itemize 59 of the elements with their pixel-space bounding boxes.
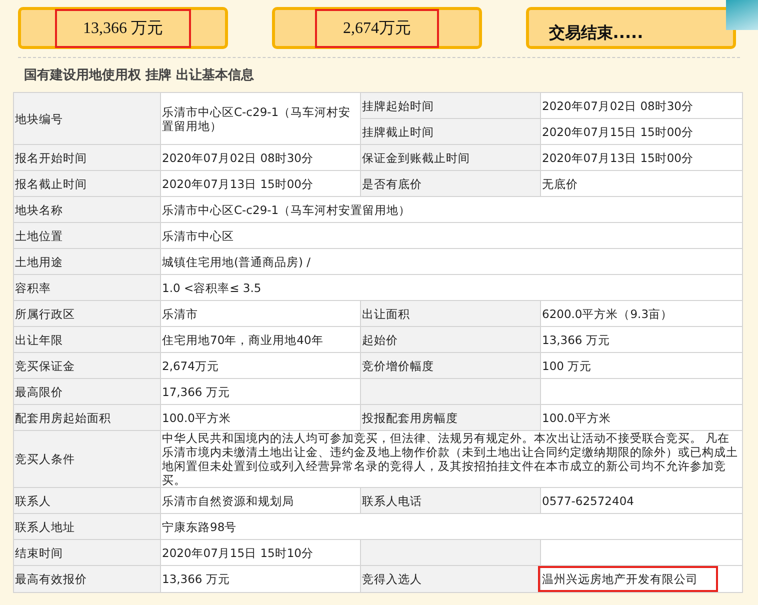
label-cell: 配套用房起始面积 (14, 404, 160, 430)
value-cell: 乐清市中心区C-c29-1（马车河村安置留用地） (160, 196, 742, 222)
value-cell: 13,366 万元 (540, 326, 742, 352)
value-cell: 无底价 (540, 170, 742, 196)
label-cell: 保证金到账截止时间 (360, 144, 540, 170)
value-cell: 100 万元 (540, 352, 742, 378)
label-cell: 竞得入选人 (360, 566, 540, 592)
label-cell: 竞买人条件 (14, 430, 160, 488)
label-cell: 地块名称 (14, 196, 160, 222)
label-cell: 最高有效报价 (14, 566, 160, 592)
label-cell: 挂牌起始时间 (360, 92, 540, 118)
value-cell: 2,674万元 (160, 352, 360, 378)
corner-decoration (726, 0, 758, 30)
value-cell: 宁康东路98号 (160, 514, 742, 540)
value-cell: 2020年07月13日 15时00分 (160, 170, 360, 196)
label-cell: 土地位置 (14, 222, 160, 248)
label-cell: 联系人电话 (360, 488, 540, 514)
value-cell: 0577-62572404 (540, 488, 742, 514)
value-cell: 乐清市自然资源和规划局 (160, 488, 360, 514)
value-cell: 城镇住宅用地(普通商品房) / (160, 248, 742, 274)
label-cell: 起始价 (360, 326, 540, 352)
label-cell: 所属行政区 (14, 300, 160, 326)
label-cell: 投报配套用房幅度 (360, 404, 540, 430)
value-cell: 温州兴远房地产开发有限公司 (540, 566, 742, 592)
label-cell: 是否有底价 (360, 170, 540, 196)
label-cell: 挂牌截止时间 (360, 118, 540, 144)
label-cell: 容积率 (14, 274, 160, 300)
section-title: 国有建设用地使用权 挂牌 出让基本信息 (18, 57, 740, 86)
value-cell: 100.0平方米 (540, 404, 742, 430)
label-cell: 报名截止时间 (14, 170, 160, 196)
card-value: 13,366 万元 (55, 8, 191, 48)
label-cell: 报名开始时间 (14, 144, 160, 170)
value-cell: 2020年07月15日 15时10分 (160, 540, 360, 566)
value-cell: 2020年07月02日 08时30分 (540, 92, 742, 118)
value-cell: 2020年07月02日 08时30分 (160, 144, 360, 170)
label-cell: 出让面积 (360, 300, 540, 326)
value-cell: 2020年07月13日 15时00分 (540, 144, 742, 170)
label-cell: 竞买保证金 (14, 352, 160, 378)
card-value: 交易结束..... (548, 22, 644, 44)
label-cell: 出让年限 (14, 326, 160, 352)
value-cell: 乐清市中心区C-c29-1（马车河村安置留用地） (160, 92, 360, 144)
label-cell: 联系人 (14, 488, 160, 514)
label-cell: 竞价增价幅度 (360, 352, 540, 378)
value-cell: 6200.0平方米（9.3亩） (540, 300, 742, 326)
value-cell: 1.0 <容积率≤ 3.5 (160, 274, 742, 300)
label-cell: 联系人地址 (14, 514, 160, 540)
value-cell: 2020年07月15日 15时00分 (540, 118, 742, 144)
label-cell: 地块编号 (14, 92, 160, 144)
value-cell: 100.0平方米 (160, 404, 360, 430)
value-cell: 17,366 万元 (160, 378, 360, 404)
value-cell: 13,366 万元 (160, 566, 360, 592)
label-cell: 结束时间 (14, 540, 160, 566)
label-cell: 土地用途 (14, 248, 160, 274)
value-cell: 乐清市中心区 (160, 222, 742, 248)
value-cell: 中华人民共和国境内的法人均可参加竞买，但法律、法规另有规定外。本次出让活动不接受联合竞买。 凡在乐清市境内未缴清土地出让金、违约金及地上物作价款（未到土地出让合同约定缴纳期限的除外）或已构成土地闲置但未处置到位或列入经营异常名录的竞得人，及其按招拍挂文件在本市成立的新公司均不允许参加竞买。 (160, 430, 742, 488)
value-cell: 住宅用地70年，商业用地40年 (160, 326, 360, 352)
value-cell: 乐清市 (160, 300, 360, 326)
card-value: 2,674万元 (315, 8, 439, 48)
label-cell: 最高限价 (14, 378, 160, 404)
